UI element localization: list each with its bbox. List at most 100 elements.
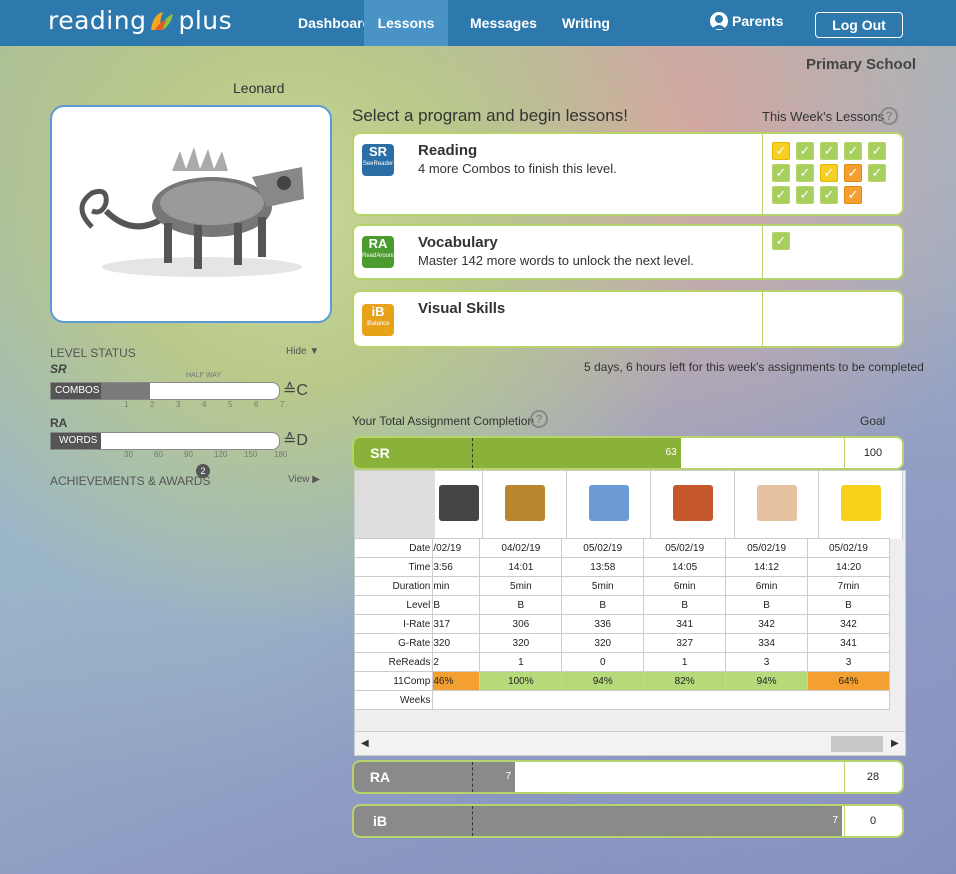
achievements-label[interactable]: ACHIEVEMENTS & AWARDS	[50, 474, 210, 488]
logout-button[interactable]: Log Out	[815, 12, 903, 38]
completion-badge: SR	[354, 438, 406, 468]
nav-messages[interactable]: Messages	[460, 0, 547, 46]
words-level-indicator: ≙D	[283, 430, 308, 450]
words-label: WORDS	[51, 433, 101, 449]
logo-text-left: reading	[48, 6, 147, 35]
lesson-thumbnail[interactable]	[819, 471, 903, 539]
nav-lessons[interactable]: Lessons	[364, 0, 448, 46]
completion-row: RA 7 28	[352, 760, 904, 794]
scroll-left-icon[interactable]: ◀	[361, 738, 369, 749]
lesson-check-icon: ✓	[796, 142, 814, 160]
table-cell: 7min	[807, 576, 890, 596]
table-cell: 317	[432, 614, 481, 634]
table-cell: min	[432, 576, 481, 596]
lesson-image-icon	[439, 485, 479, 521]
ibalance-icon-sub: iBalance	[366, 321, 390, 327]
table-cell: 341	[643, 614, 727, 634]
completion-goal: 0	[869, 815, 877, 827]
lesson-thumbnail[interactable]	[567, 471, 651, 539]
lesson-check-icon: ✓	[772, 142, 790, 160]
combos-level: C	[296, 382, 308, 399]
hide-level-status-button[interactable]: Hide ▼	[286, 346, 319, 357]
vocabulary-lesson-checks: ✓	[772, 232, 898, 256]
table-cell: 2	[432, 652, 481, 672]
table-cell: 342	[807, 614, 890, 634]
table-cell: 0	[561, 652, 645, 672]
table-cell: 14:12	[725, 557, 809, 577]
view-achievements-button[interactable]: View ▶	[288, 474, 320, 485]
completion-marker	[472, 438, 473, 468]
tick-label: 7	[280, 400, 285, 409]
completion-goal: 100	[863, 447, 883, 459]
table-cell: B	[807, 595, 890, 615]
lesson-thumbnail[interactable]	[735, 471, 819, 539]
ra-badge: RA	[50, 416, 68, 430]
lesson-thumbnail[interactable]	[651, 471, 735, 539]
table-cell: 5min	[479, 576, 563, 596]
lesson-image-icon	[505, 485, 545, 521]
completion-value: 7	[505, 771, 511, 782]
parents-link[interactable]: Parents	[710, 12, 783, 30]
table-cell: 82%	[643, 671, 727, 691]
combos-ticks: 1 2 3 4 5 6 7	[50, 400, 284, 410]
reading-lesson-checks: ✓ ✓ ✓ ✓ ✓ ✓ ✓ ✓ ✓ ✓ ✓ ✓ ✓ ✓	[772, 142, 898, 212]
lesson-thumbnail[interactable]	[435, 471, 483, 539]
completion-title: Your Total Assignment Completion	[352, 414, 535, 428]
lesson-history-table: Date/02/19 04/02/19 05/02/19 05/02/19 05/02/…	[353, 538, 890, 710]
goal-label: Goal	[860, 414, 886, 428]
table-cell: 04/02/19	[479, 538, 563, 558]
table-cell: 100%	[479, 671, 563, 691]
scrollbar-thumb[interactable]	[831, 736, 883, 752]
tick-label: 2	[150, 400, 155, 409]
row-label: I-Rate	[353, 614, 434, 634]
help-icon[interactable]: ?	[880, 107, 898, 125]
completion-badge: iB	[354, 806, 406, 836]
table-row: 11Comp 46% 100% 94% 82% 94% 64%	[353, 671, 890, 691]
table-cell: 320	[561, 633, 645, 653]
row-label: Level	[353, 595, 434, 615]
horizontal-scrollbar[interactable]: ◀ ▶	[355, 731, 905, 755]
scroll-right-icon[interactable]: ▶	[891, 738, 899, 749]
user-name: Leonard	[233, 80, 285, 96]
row-label: Weeks	[353, 690, 434, 710]
table-cell: 320	[479, 633, 563, 653]
reading-card-divider	[762, 134, 763, 214]
robot-chameleon-avatar-icon	[79, 147, 304, 277]
avatar-card[interactable]	[50, 105, 332, 323]
reading-plus-logo[interactable]: reading plus	[48, 6, 232, 35]
tick-label: 150	[244, 450, 258, 459]
lesson-thumbnail[interactable]	[483, 471, 567, 539]
hide-label: Hide	[286, 346, 307, 357]
visual-skills-program-card[interactable]: iB iBalance Visual Skills	[352, 290, 904, 348]
table-cell: 05/02/19	[561, 538, 645, 558]
vocabulary-title: Vocabulary	[418, 234, 498, 251]
nav-writing[interactable]: Writing	[552, 0, 620, 46]
ibalance-icon: iB iBalance	[362, 304, 394, 336]
row-label: Date	[353, 538, 434, 558]
reading-program-card[interactable]: SR SeeReader Reading 4 more Combos to fin…	[352, 132, 904, 216]
vocabulary-program-card[interactable]: RA ReadAround Vocabulary Master 142 more …	[352, 224, 904, 280]
table-row: G-Rate 320 320 320 327 334 341	[353, 633, 890, 653]
level-status-title: LEVEL STATUS	[50, 346, 136, 360]
table-cell: 6min	[725, 576, 809, 596]
tick-label: 5	[228, 400, 233, 409]
row-label: G-Rate	[353, 633, 434, 653]
table-row: I-Rate 317 306 336 341 342 342	[353, 614, 890, 634]
combos-value: 3	[167, 384, 174, 398]
table-row: Weeks	[353, 690, 890, 710]
table-cell: 334	[725, 633, 809, 653]
table-cell: 3	[807, 652, 890, 672]
row-label: ReReads	[353, 652, 434, 672]
table-cell: 64%	[807, 671, 890, 691]
view-label: View	[288, 474, 310, 485]
readaround-icon: RA ReadAround	[362, 236, 396, 268]
completion-help-icon[interactable]: ?	[530, 410, 548, 428]
tick-label: 3	[176, 400, 181, 409]
combos-label: COMBOS	[51, 383, 101, 399]
table-cell: 14:05	[643, 557, 727, 577]
table-cell: 46%	[432, 671, 481, 691]
completion-fill	[406, 438, 681, 468]
words-value: 38	[119, 434, 133, 448]
table-cell: 14:20	[807, 557, 890, 577]
table-cell: 94%	[725, 671, 809, 691]
